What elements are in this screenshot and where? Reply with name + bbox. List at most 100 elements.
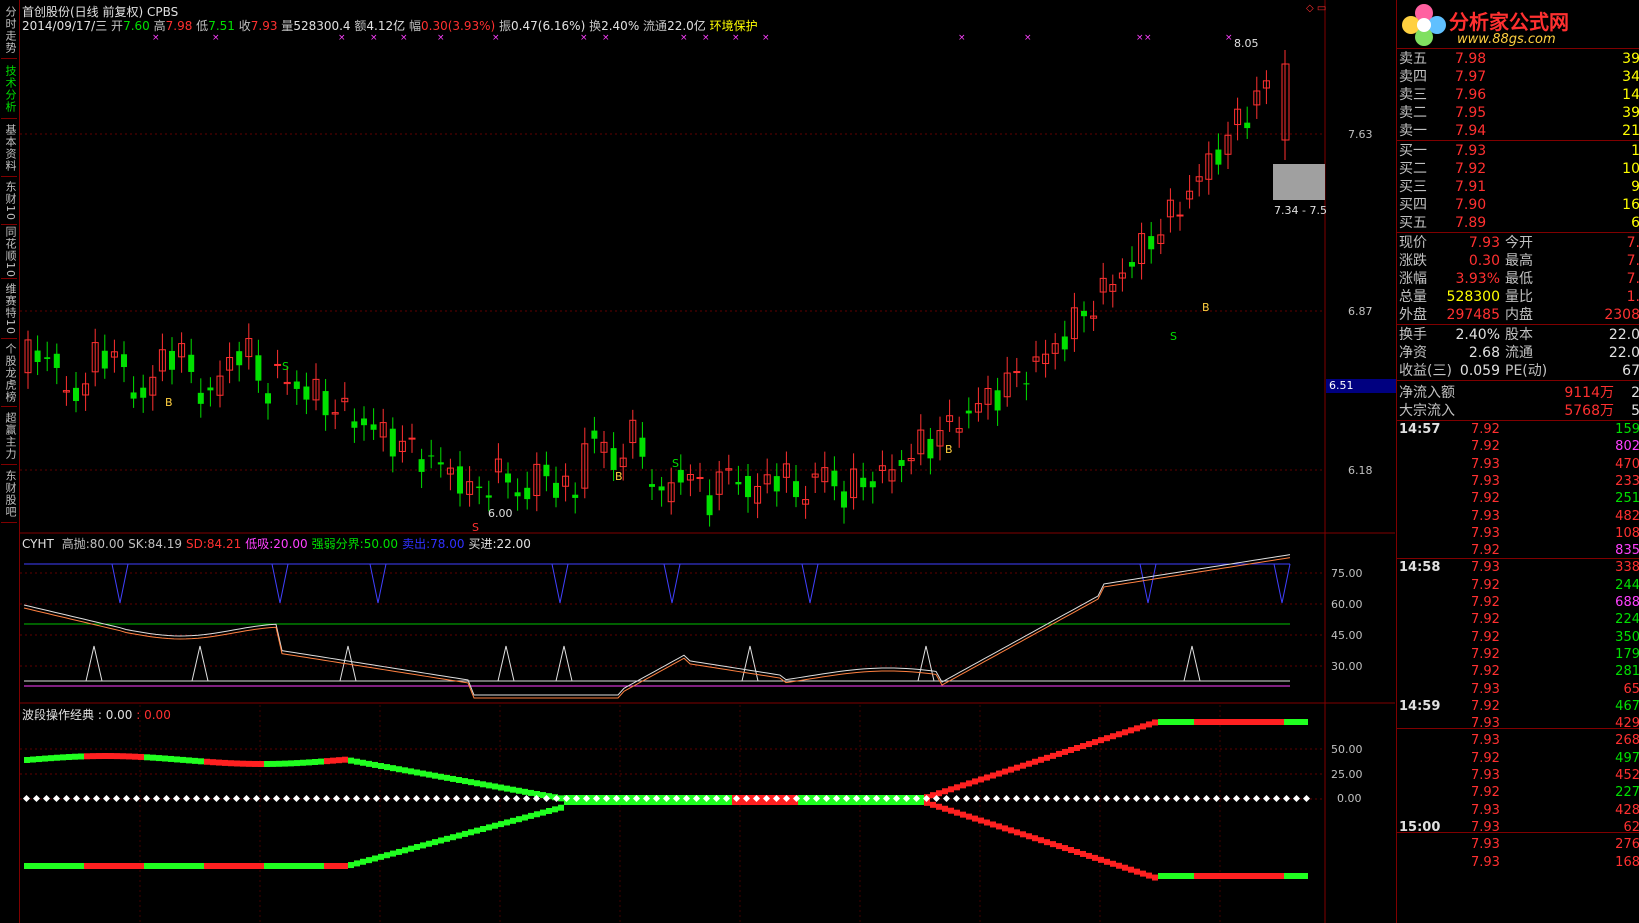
wave-band-top	[132, 753, 138, 760]
wave-band-bottom	[1080, 850, 1086, 857]
wave-band-bottom	[1104, 858, 1110, 865]
bid-row[interactable]: 买五 7.89 6	[1399, 214, 1639, 232]
zero-diamond	[1052, 794, 1061, 803]
wave-band-bottom	[930, 801, 936, 808]
wave-band-top	[294, 760, 300, 767]
wave-band-top	[492, 783, 498, 790]
wave-band-top	[282, 760, 288, 767]
ind1-param-value: 84.19	[147, 537, 182, 551]
tick-vol: 179	[1615, 646, 1639, 662]
tick-row: 7.92 224	[1399, 611, 1639, 628]
tick-row: 7.93 276	[1399, 836, 1639, 853]
quote-panel: 分析家公式网 www.88gs.com 卖五 7.98 39 卖四 7.97 34 卖三 7.…	[1396, 0, 1639, 923]
wave-band-bottom	[288, 863, 294, 869]
zero-diamond	[1282, 794, 1291, 803]
wave-band-bottom	[78, 863, 84, 869]
wave-band-top	[1296, 719, 1302, 725]
wave-band-top	[1242, 719, 1248, 725]
stat-value: 22.0	[1608, 327, 1639, 343]
left-tab-1[interactable]: 技术分析	[1, 60, 17, 119]
zero-diamond	[162, 794, 171, 803]
tick-row: 7.93 65	[1399, 681, 1639, 698]
tick-vol: 62	[1623, 819, 1639, 835]
left-tab-3[interactable]: 东财10	[1, 178, 17, 225]
left-tab-7[interactable]: 超赢主力	[1, 408, 17, 465]
left-tab-0[interactable]: 分时走势	[1, 2, 17, 59]
left-tab-8[interactable]: 东财股吧	[1, 466, 17, 523]
ask-row[interactable]: 卖四 7.97 34	[1399, 68, 1639, 86]
wave-band-top	[972, 778, 978, 785]
wave-band-bottom	[1296, 873, 1302, 879]
bid-row[interactable]: 买三 7.91 9	[1399, 178, 1639, 196]
ask-row[interactable]: 卖三 7.96 14	[1399, 86, 1639, 104]
ask-row[interactable]: 卖二 7.95 39	[1399, 104, 1639, 122]
tick-price: 7.92	[1471, 422, 1500, 437]
wave-band-bottom	[966, 813, 972, 820]
wave-band-top	[1008, 766, 1014, 773]
ask-row[interactable]: 卖一 7.94 21	[1399, 122, 1639, 140]
chart-menu-icon[interactable]: ◇ ▭	[1306, 3, 1326, 14]
stat-value: 528300	[1446, 289, 1500, 305]
chart-area[interactable]: × × × × × × × × × × × × × × × × × × B S B S B S B S 首创股份(日线 前复权) …	[20, 0, 1397, 923]
zero-diamond	[1062, 794, 1071, 803]
wave-band-top	[1248, 719, 1254, 725]
buy-spike	[191, 645, 209, 682]
zero-diamond	[492, 794, 501, 803]
ind1-param-label: 高抛:	[61, 537, 90, 551]
zero-diamond	[1162, 794, 1171, 803]
candle-body	[236, 351, 243, 366]
wave-band-bottom	[90, 863, 96, 869]
zero-diamond	[432, 794, 441, 803]
wave-band-top	[390, 765, 396, 772]
zero-diamond	[132, 794, 141, 803]
stat-value: 7.	[1626, 235, 1639, 251]
book-vol: 39	[1622, 105, 1639, 121]
ind1-param-label: SK:	[128, 537, 148, 551]
wave-band-top	[1068, 746, 1074, 753]
sd-line	[23, 557, 1291, 699]
wave-band-top	[1134, 725, 1140, 732]
low-label: 低	[196, 19, 209, 33]
zero-diamond	[302, 794, 311, 803]
wave-band-bottom	[468, 829, 474, 836]
left-tab-6[interactable]: 个股龙虎榜	[1, 340, 17, 407]
zero-diamond	[1152, 794, 1161, 803]
kline-chart-svg[interactable]: × × × × × × × × × × × × × × × × × ×BSBSBSBS	[20, 0, 1395, 923]
flow-value: 5768万	[1564, 403, 1614, 419]
wave-band-top	[354, 758, 360, 765]
tick-price: 7.93	[1471, 768, 1500, 783]
wave-band-bottom	[330, 863, 336, 869]
wave-band-top	[204, 758, 210, 765]
candle-body	[831, 470, 838, 487]
stat-label: 净资	[1399, 345, 1427, 361]
wave-band-top	[78, 753, 84, 760]
wave-band-bottom	[408, 845, 414, 852]
bid-row[interactable]: 买一 7.93 1	[1399, 142, 1639, 160]
wave-band-bottom	[372, 855, 378, 862]
left-tab-5[interactable]: 维赛特10	[1, 280, 17, 339]
book-vol: 10	[1622, 161, 1639, 177]
wave-band-top	[384, 764, 390, 771]
turn-value: 2.40%	[601, 19, 640, 33]
left-tab-2[interactable]: 基本资料	[1, 120, 17, 177]
wave-band-bottom	[108, 863, 114, 869]
bid-row[interactable]: 买二 7.92 10	[1399, 160, 1639, 178]
bid-row[interactable]: 买四 7.90 16	[1399, 196, 1639, 214]
left-tab-4[interactable]: 同花顺10	[1, 226, 17, 279]
logo-area[interactable]: 分析家公式网 www.88gs.com	[1397, 0, 1639, 50]
wave-band-bottom	[168, 863, 174, 869]
ask-row[interactable]: 卖五 7.98 39	[1399, 50, 1639, 68]
buy-sell-marker: B	[1202, 301, 1210, 314]
indicator2-name: 波段操作经典	[22, 708, 95, 722]
tick-vol: 159	[1615, 422, 1639, 437]
candle-body	[1148, 236, 1155, 250]
zero-diamond	[472, 794, 481, 803]
zero-diamond	[352, 794, 361, 803]
zero-diamond	[1072, 794, 1081, 803]
zero-diamond	[992, 794, 1001, 803]
wave-band-bottom	[180, 863, 186, 869]
wave-band-bottom	[918, 799, 924, 805]
candle-body	[370, 424, 377, 430]
candle-body	[130, 392, 137, 399]
date-label: 2014/09/17/三	[22, 19, 108, 33]
